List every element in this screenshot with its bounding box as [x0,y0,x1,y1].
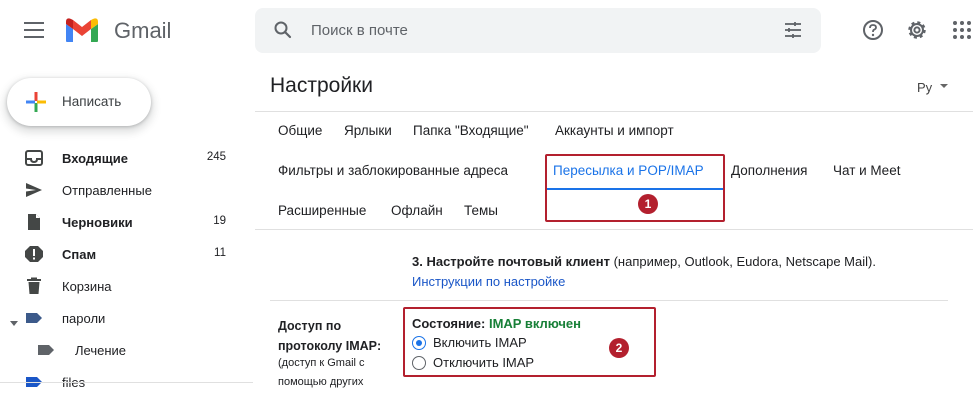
divider [255,229,973,230]
top-bar: Gmail Поиск в почте [0,0,973,62]
client-setup-step: 3. Настройте почтовый клиент (например, … [412,254,876,269]
search-icon[interactable] [273,20,293,45]
send-icon [24,181,44,204]
app-name: Gmail [114,18,172,43]
divider [255,111,973,112]
sidebar-item-spam[interactable]: Спам 11 [0,239,240,269]
tab-filters[interactable]: Фильтры и заблокированные адреса [278,163,508,178]
tab-inbox[interactable]: Папка "Входящие" [413,123,529,138]
input-language-toggle[interactable]: Ру [917,80,932,95]
main-menu-icon[interactable] [24,22,44,38]
sidebar-item-label: Отправленные [62,183,152,198]
client-step-description: (например, Outlook, Eudora, Netscape Mai… [609,254,876,269]
label-icon [24,309,44,332]
sidebar-item-label: Входящие [62,151,128,166]
spam-icon [24,245,44,268]
tab-accounts-import[interactable]: Аккаунты и импорт [555,123,674,138]
sidebar-item-drafts[interactable]: Черновики 19 [0,207,240,237]
step-badge-1: 1 [638,194,658,214]
unread-count: 11 [214,247,226,259]
compose-button[interactable]: Написать [7,78,151,126]
tab-offline[interactable]: Офлайн [391,203,443,218]
gear-icon[interactable] [905,18,929,47]
search-input[interactable]: Поиск в почте [311,22,408,39]
compose-label: Написать [62,94,122,109]
expand-caret-icon[interactable] [10,314,18,332]
search-options-icon[interactable] [783,20,803,45]
imap-access-label: Доступ по протоколу IMAP: [278,319,382,353]
tab-general[interactable]: Общие [278,123,322,138]
sidebar-divider [0,382,253,383]
tab-chat-meet[interactable]: Чат и Meet [833,163,900,178]
unread-count: 245 [206,151,226,163]
compose-plus-icon [24,90,48,119]
draft-icon [24,213,44,236]
label-icon [36,341,56,364]
sidebar-item-passwords[interactable]: пароли [0,303,240,333]
highlight-box-tab [545,154,725,222]
tab-advanced[interactable]: Расширенные [278,203,366,218]
tab-labels[interactable]: Ярлыки [344,123,392,138]
trash-icon [24,277,44,300]
sidebar-item-label: пароли [62,311,106,326]
label-icon [24,373,44,396]
sidebar-item-treatment[interactable]: Лечение [0,335,240,365]
sidebar-item-label: Черновики [62,215,133,230]
chevron-down-icon[interactable] [940,84,948,88]
apps-grid-icon[interactable] [952,20,972,45]
page-title: Настройки [270,74,373,97]
tab-addons[interactable]: Дополнения [731,163,807,178]
unread-count: 19 [213,215,226,227]
search-bar[interactable]: Поиск в почте [255,8,821,53]
sidebar-item-label: Корзина [62,279,112,294]
divider [270,300,948,301]
sidebar-item-inbox[interactable]: Входящие 245 [0,143,240,173]
sidebar-item-label: Спам [62,247,97,262]
tab-themes[interactable]: Темы [464,203,498,218]
imap-access-sublabel: (доступ к Gmail с помощью других [278,357,365,388]
gmail-logo-icon[interactable] [64,16,100,49]
inbox-icon [24,149,44,172]
sidebar-item-trash[interactable]: Корзина [0,271,240,301]
help-icon[interactable] [862,19,884,46]
sidebar-item-sent[interactable]: Отправленные [0,175,240,205]
step-badge-2: 2 [609,338,629,358]
setup-instructions-link[interactable]: Инструкции по настройке [412,274,565,289]
client-step-title: 3. Настройте почтовый клиент [412,254,610,269]
sidebar-item-label: Лечение [75,343,127,358]
